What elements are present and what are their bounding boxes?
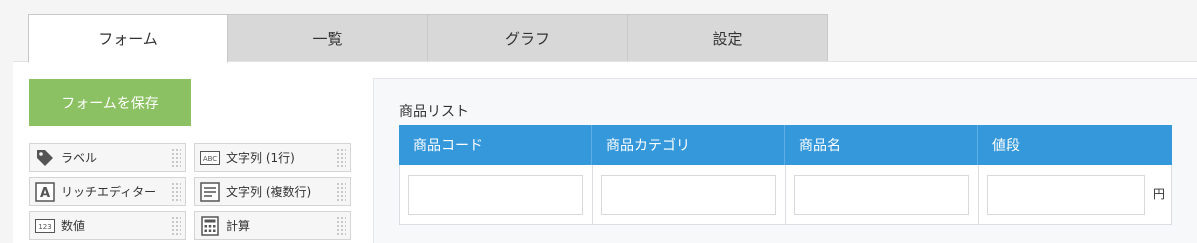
palette-item-multi-line-text[interactable]: 文字列 (複数行) xyxy=(194,177,351,206)
palette-item-single-line-text[interactable]: ABC 文字列 (1行) xyxy=(194,143,351,172)
column-header-product-category: 商品カテゴリ xyxy=(592,125,785,165)
table-cell xyxy=(400,165,593,224)
calculator-icon xyxy=(200,215,220,236)
product-name-input[interactable] xyxy=(794,175,969,215)
drag-handle-icon[interactable] xyxy=(171,182,181,202)
column-header-price: 値段 xyxy=(992,138,1020,154)
table-title: 商品リスト xyxy=(399,104,469,120)
drag-handle-icon[interactable] xyxy=(336,216,346,236)
palette-item-text: 文字列 (複数行) xyxy=(226,185,312,199)
drag-handle-icon[interactable] xyxy=(336,182,346,202)
product-table[interactable]: 商品コード 商品カテゴリ 商品名 値段 円 xyxy=(399,125,1172,225)
palette-item-text: 文字列 (1行) xyxy=(226,151,295,165)
form-editor-panel: フォームを保存 ラベル ABC 文字列 (1行) A リッチエディター 文字列 … xyxy=(13,61,1197,243)
table-cell xyxy=(593,165,786,224)
rich-text-icon: A xyxy=(35,181,55,202)
drag-handle-icon[interactable] xyxy=(171,216,181,236)
palette-item-text: リッチエディター xyxy=(61,185,157,199)
palette-item-text: ラベル xyxy=(61,151,98,165)
palette-item-text: 数値 xyxy=(61,219,86,233)
currency-unit: 円 xyxy=(1152,187,1165,201)
multiline-text-icon xyxy=(200,181,220,202)
price-input[interactable] xyxy=(987,175,1145,215)
column-header-product-name: 商品名 xyxy=(785,125,978,165)
table-row: 円 xyxy=(399,165,1172,225)
table-cell: 円 xyxy=(979,165,1171,224)
tag-icon xyxy=(35,148,55,168)
tab-settings[interactable]: 設定 xyxy=(628,14,828,62)
product-category-input[interactable] xyxy=(601,175,776,215)
form-canvas: 商品リスト 商品コード 商品カテゴリ 商品名 値段 円 xyxy=(373,78,1197,243)
palette-item-number[interactable]: 123 数値 xyxy=(29,211,186,240)
number-icon: 123 xyxy=(35,216,55,236)
column-header-product-code: 商品コード xyxy=(399,125,592,165)
tab-bar: フォーム 一覧 グラフ 設定 xyxy=(28,14,828,63)
svg-text:123: 123 xyxy=(38,223,51,231)
svg-text:ABC: ABC xyxy=(203,155,217,163)
drag-handle-icon[interactable] xyxy=(171,148,181,168)
svg-text:A: A xyxy=(40,186,50,201)
tab-list[interactable]: 一覧 xyxy=(228,14,428,62)
tab-form[interactable]: フォーム xyxy=(28,14,228,63)
tab-graph[interactable]: グラフ xyxy=(428,14,628,62)
table-cell xyxy=(786,165,979,224)
palette-item-label[interactable]: ラベル xyxy=(29,143,186,172)
save-form-button[interactable]: フォームを保存 xyxy=(29,79,191,126)
palette-item-text: 計算 xyxy=(226,219,251,233)
palette-item-calculation[interactable]: 計算 xyxy=(194,211,351,240)
palette-item-rich-editor[interactable]: A リッチエディター xyxy=(29,177,186,206)
table-header-row: 商品コード 商品カテゴリ 商品名 値段 xyxy=(399,125,1172,165)
product-code-input[interactable] xyxy=(408,175,583,215)
abc-icon: ABC xyxy=(200,148,220,168)
drag-handle-icon[interactable] xyxy=(336,148,346,168)
